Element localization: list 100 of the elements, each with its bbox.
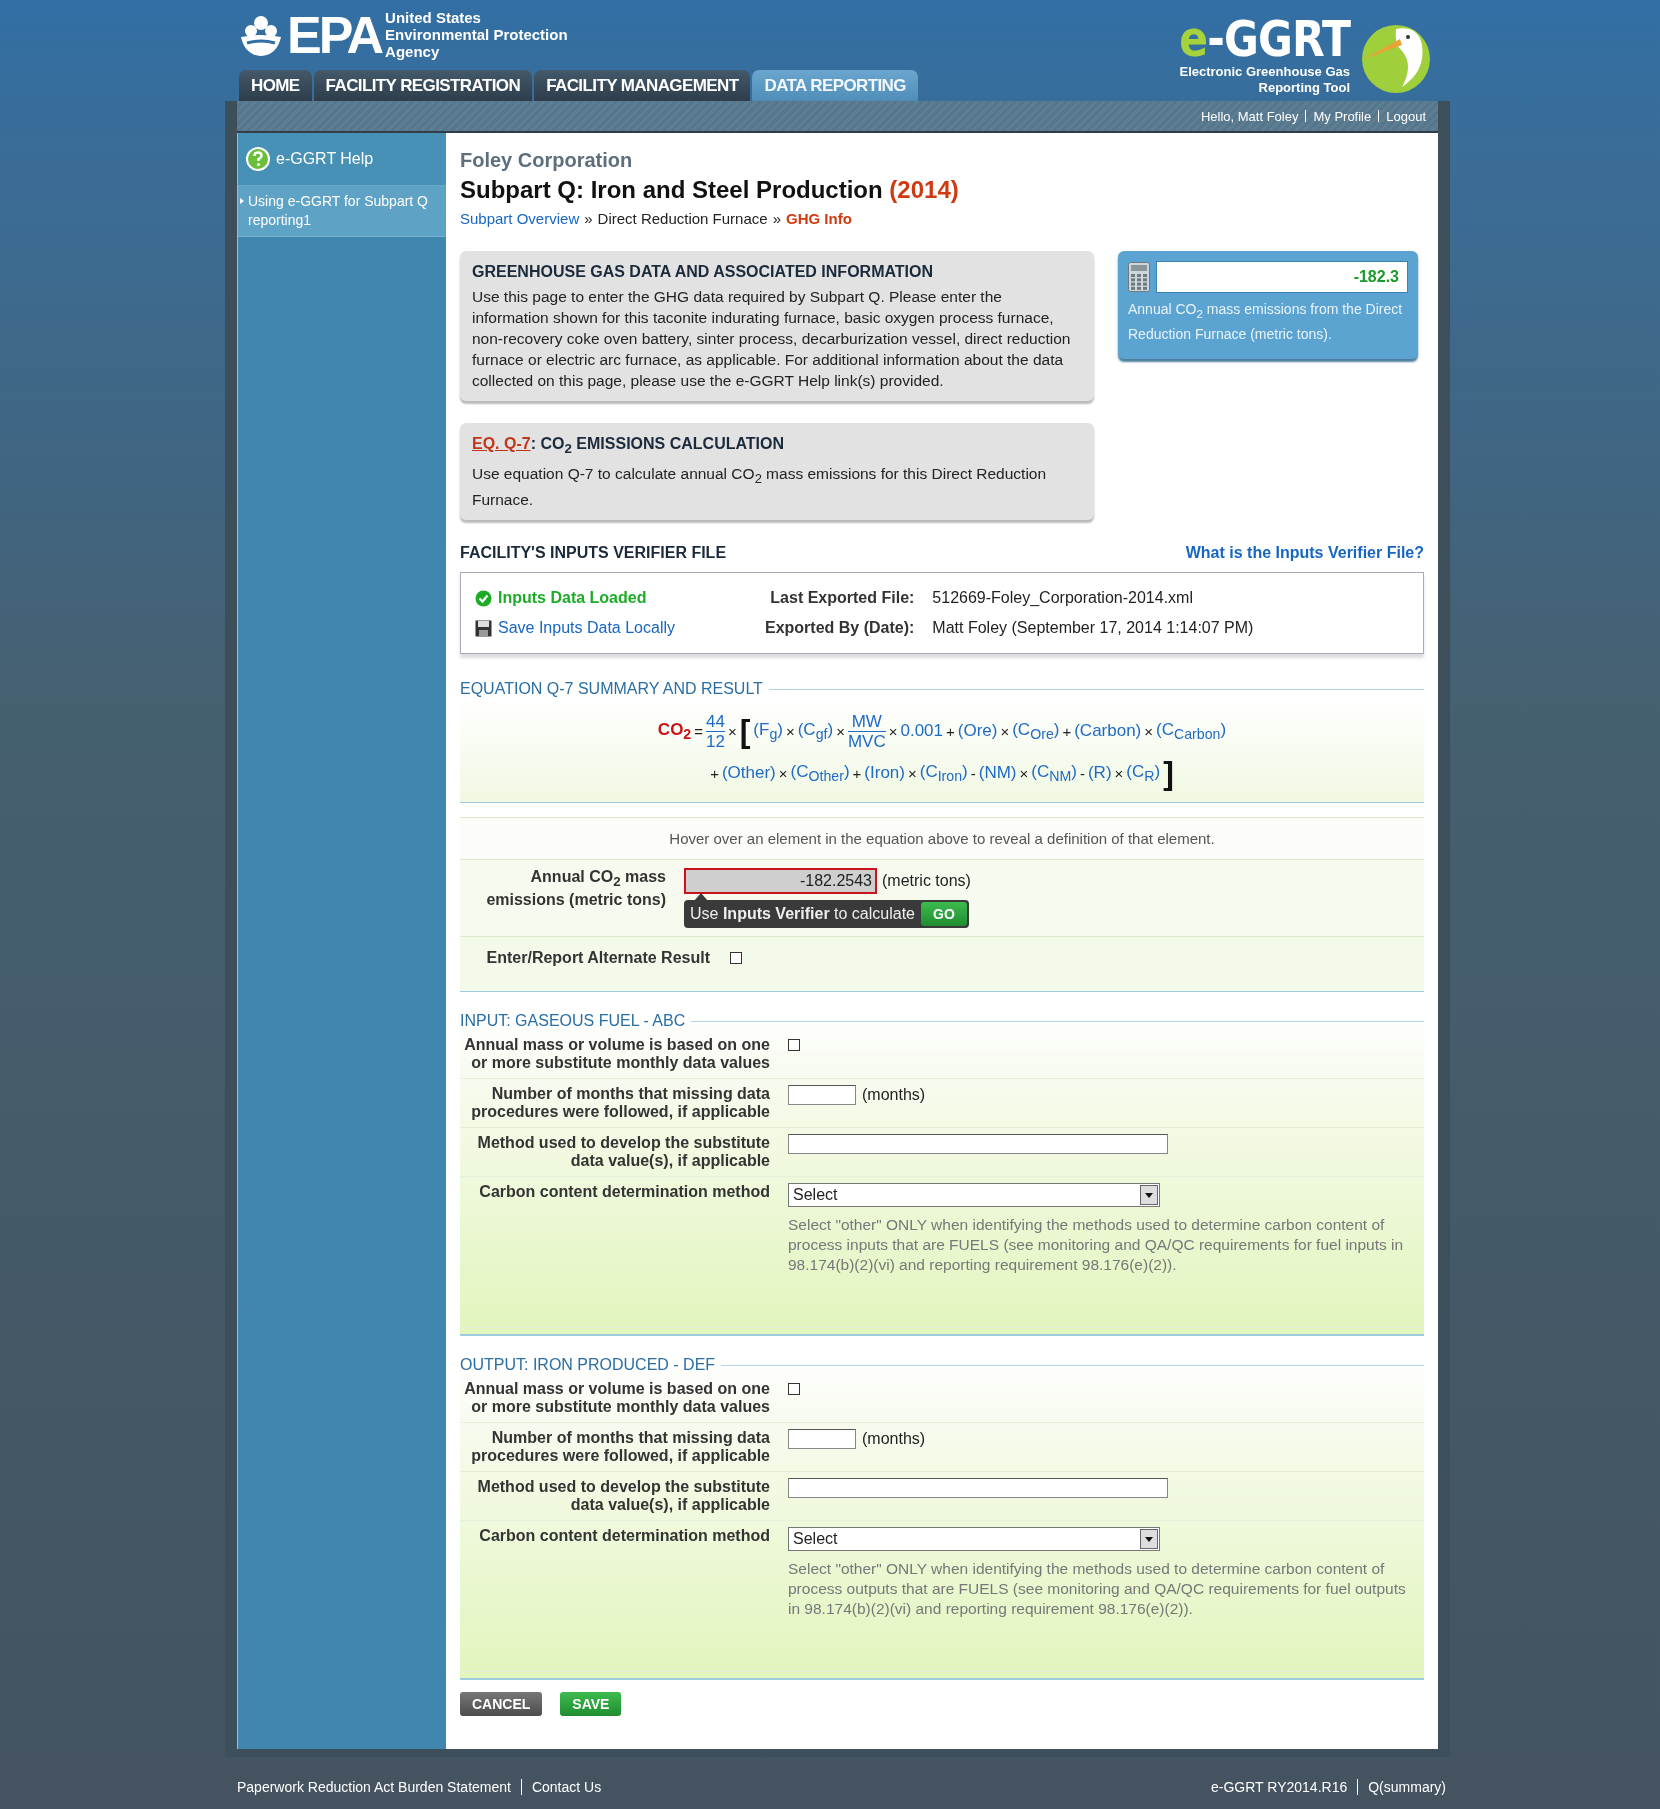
section-title: EQUATION Q-7 SUMMARY AND RESULT <box>460 680 763 699</box>
equation-term[interactable]: (Other) <box>721 763 776 784</box>
equation-term[interactable]: (Carbon) <box>1074 721 1142 742</box>
field-label: Carbon content determination method <box>478 1527 771 1547</box>
breadcrumb-item: Direct Reduction Furnace <box>597 210 768 227</box>
breadcrumb-separator: » <box>772 210 781 227</box>
fraction-denominator[interactable]: MVC <box>847 731 886 751</box>
emissions-field[interactable]: -182.2543 <box>684 868 877 895</box>
equation-term[interactable]: (Iron) <box>864 763 905 784</box>
equation-term[interactable]: (Ore) <box>957 721 998 742</box>
equation-operator: × <box>785 722 795 740</box>
method-note: Select "other" ONLY when identifying the methods used to determine carbon content of process outputs that are FUELS (see monitoring and QA/QC requirements for fuel outputs in 98.174(b)(2)(vi) and reporting requirement 98.176(e)(2)). <box>788 1559 1407 1620</box>
method-field[interactable] <box>788 1478 1168 1499</box>
help-link[interactable]: What is the Inputs Verifier File? <box>1185 544 1424 563</box>
equation-operator: × <box>778 764 788 782</box>
breadcrumb-link[interactable]: Subpart Overview <box>460 210 580 227</box>
months-field[interactable] <box>788 1429 856 1450</box>
checkbox[interactable] <box>730 952 742 965</box>
detail-label: Last Exported File: <box>769 589 915 608</box>
equation-operator: - <box>1079 764 1085 782</box>
fraction-denominator[interactable]: 12 <box>706 731 725 751</box>
go-button[interactable]: GO <box>921 902 967 927</box>
section-title: INPUT: GASEOUS FUEL - ABC <box>460 1012 686 1031</box>
equation-term[interactable]: 0.001 <box>900 721 943 742</box>
caret-icon[interactable] <box>1140 1185 1158 1206</box>
equation-operator: × <box>907 764 917 782</box>
tool-logo-text: e-GGRT <box>1179 13 1350 64</box>
months-field[interactable] <box>788 1085 856 1106</box>
help-title: e-GGRT Help <box>276 150 374 168</box>
user-link[interactable]: My Profile <box>1313 108 1372 124</box>
unit-label: (metric tons) <box>882 872 971 891</box>
equation-term[interactable]: (C$_{Carbon}$) <box>1156 720 1227 743</box>
unit-label: (months) <box>862 1430 926 1449</box>
equation-bracket: ] <box>1163 754 1174 792</box>
company-name: Foley Corporation <box>460 149 634 172</box>
equation-term[interactable]: (NM) <box>978 763 1017 784</box>
equation-operator: × <box>1144 722 1154 740</box>
field-label: Carbon content determination method <box>478 1183 771 1203</box>
equation-operator: × <box>727 722 737 740</box>
equation-operator: × <box>836 722 845 740</box>
result-caption: Annual CO$_{2}$ mass emissions from the Direct Reduction Furnace (metric tons). <box>1128 300 1404 344</box>
detail-value: Matt Foley (September 17, 2014 1:14:07 PM) <box>932 619 1254 638</box>
equation-operator: = <box>694 722 703 740</box>
equation-bracket: [ <box>739 712 751 750</box>
equation-operator: × <box>1019 764 1029 782</box>
footer-link[interactable]: Paperwork Reduction Act Burden Statement <box>237 1779 511 1795</box>
method-select[interactable]: Select <box>788 1183 1160 1208</box>
footer-text: Q(summary) <box>1368 1779 1446 1795</box>
page-title: Subpart Q: Iron and Steel Production <box>460 176 883 203</box>
field-label: Annual mass or volume is based on one or more substitute monthly data values <box>463 1036 771 1073</box>
detail-label: Exported By (Date): <box>765 619 915 638</box>
status-text: Inputs Data Loaded <box>498 589 647 608</box>
caret-icon[interactable] <box>1140 1529 1158 1550</box>
equation-operator: + <box>946 722 955 740</box>
field-label: Method used to develop the substitute data value(s), if applicable <box>476 1478 771 1515</box>
fraction-numerator[interactable]: MW <box>851 711 882 731</box>
method-select[interactable]: Select <box>788 1527 1160 1552</box>
equation-text: Use equation Q-7 to calculate annual CO$_{2}$ mass emissions for this Direct Reduction Furnace. <box>472 464 1048 511</box>
equation-term[interactable]: (C$_{NM}$) <box>1031 762 1077 785</box>
nav-tab[interactable]: DATA REPORTING <box>752 70 918 101</box>
equation-operator: × <box>1114 764 1124 782</box>
help-link[interactable]: Using e-GGRT for Subpart Q reporting1 <box>238 186 446 237</box>
detail-value: 512669-Foley_Corporation-2014.xml <box>932 589 1194 608</box>
save-link[interactable]: Save Inputs Data Locally <box>498 619 675 638</box>
greeting: Hello, Matt Foley <box>1200 108 1299 124</box>
breadcrumb-current: GHG Info <box>786 210 852 227</box>
field-label: Method used to develop the substitute data value(s), if applicable <box>476 1134 771 1171</box>
nav-tab[interactable]: FACILITY REGISTRATION <box>313 70 533 101</box>
nav-tab[interactable]: HOME <box>239 70 312 101</box>
checkbox[interactable] <box>788 1383 800 1396</box>
reporting-year: (2014) <box>889 176 959 203</box>
nav-tab[interactable]: FACILITY MANAGEMENT <box>534 70 751 101</box>
equation-hint: Hover over an element in the equation above to reveal a definition of that element. <box>460 817 1424 861</box>
field-label: Number of months that missing data procedures were followed, if applicable <box>470 1429 771 1466</box>
equation-term[interactable]: (C$_{Iron}$) <box>919 762 968 785</box>
equation-term[interactable]: (C$_{R}$) <box>1126 762 1161 785</box>
info-title: GREENHOUSE GAS DATA AND ASSOCIATED INFORMATION <box>472 262 935 282</box>
cancel-button[interactable]: CANCEL <box>460 1692 543 1717</box>
footer-link[interactable]: Contact Us <box>531 1779 602 1795</box>
save-button[interactable]: SAVE <box>560 1692 622 1717</box>
checkbox[interactable] <box>788 1039 800 1052</box>
user-link[interactable]: Logout <box>1386 108 1426 124</box>
equation-operator: × <box>888 722 898 740</box>
equation-term[interactable]: (C$_{Other}$) <box>790 762 850 785</box>
equation-term[interactable]: (R) <box>1087 763 1112 784</box>
tooltip-text: Use Inputs Verifier to calculate <box>690 905 915 924</box>
help-icon <box>246 147 270 171</box>
equation-term[interactable]: (C$_{Ore}$) <box>1012 720 1060 743</box>
equation-operator: - <box>970 764 976 782</box>
breadcrumb-separator: » <box>584 210 593 227</box>
equation-result-term[interactable]: CO$_{2}$ <box>657 720 692 743</box>
method-field[interactable] <box>788 1134 1168 1155</box>
fraction-numerator[interactable]: 44 <box>706 711 725 731</box>
equation-operator: + <box>710 764 719 782</box>
equation-term[interactable]: (C$_{gf}$) <box>797 720 834 743</box>
equation-term[interactable]: (F$_{g}$) <box>753 720 783 743</box>
equation-operator: + <box>852 764 862 782</box>
bullet-icon <box>240 198 244 204</box>
equation-link[interactable]: EQ. Q-7 <box>472 435 531 452</box>
section-title: FACILITY'S INPUTS VERIFIER FILE <box>460 544 727 563</box>
